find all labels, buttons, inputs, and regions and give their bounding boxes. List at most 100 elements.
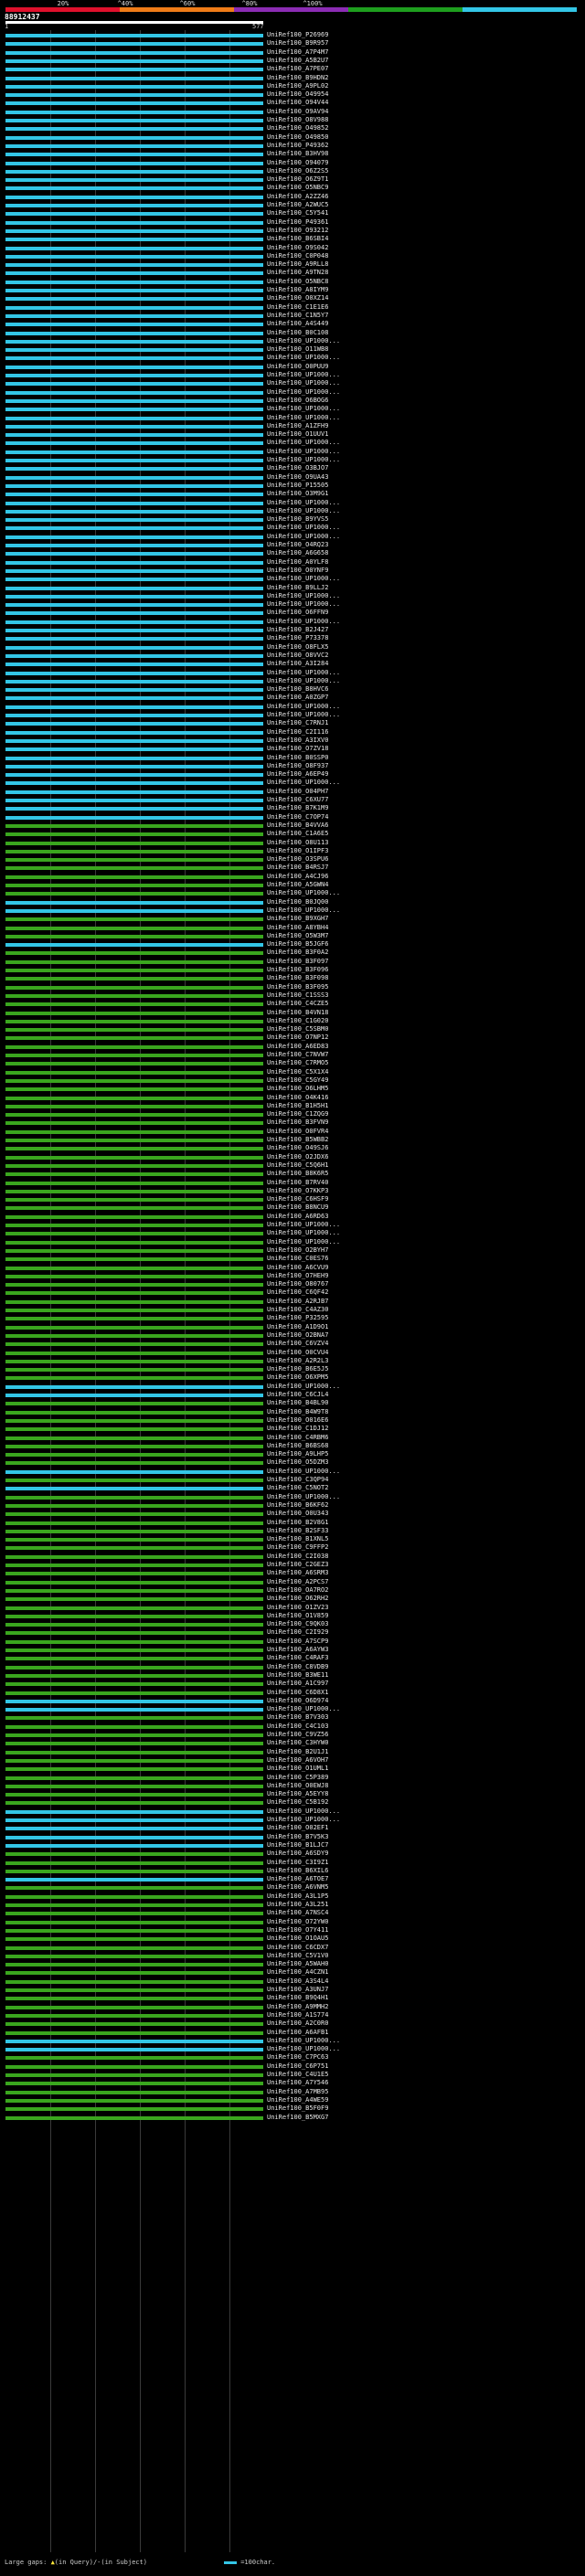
hit-row[interactable]: UniRef100_B7V303 — [0, 1713, 585, 1721]
hit-alignment-bar[interactable] — [5, 620, 263, 624]
hit-row[interactable]: UniRef100_B7V5K3 — [0, 1833, 585, 1840]
hit-id-link[interactable]: UniRef100_B9Q4H1 — [267, 1994, 328, 2002]
hit-id-link[interactable]: UniRef100_O0XZ14 — [267, 294, 328, 302]
hit-row[interactable]: UniRef100_O0U343 — [0, 1510, 585, 1517]
hit-id-link[interactable]: UniRef100_C4CZE5 — [267, 1000, 328, 1008]
hit-row[interactable]: UniRef100_C1N5Y7 — [0, 312, 585, 319]
hit-alignment-bar[interactable] — [5, 1479, 263, 1482]
hit-id-link[interactable]: UniRef100_C7OP74 — [267, 813, 328, 822]
hit-row[interactable]: UniRef100_A0YLF8 — [0, 558, 585, 566]
hit-id-link[interactable]: UniRef100_C4C103 — [267, 1723, 328, 1731]
hit-id-link[interactable]: UniRef100_UP1000... — [267, 677, 340, 685]
hit-id-link[interactable]: UniRef100_A4CJ96 — [267, 873, 328, 881]
hit-alignment-bar[interactable] — [5, 1785, 263, 1788]
hit-alignment-bar[interactable] — [5, 281, 263, 284]
hit-id-link[interactable]: UniRef100_A0ZGP7 — [267, 694, 328, 702]
hit-alignment-bar[interactable] — [5, 306, 263, 310]
hit-alignment-bar[interactable] — [5, 1793, 263, 1797]
hit-alignment-bar[interactable] — [5, 340, 263, 344]
hit-id-link[interactable]: UniRef100_O0CVU4 — [267, 1349, 328, 1357]
hit-id-link[interactable]: UniRef100_UP1000... — [267, 1816, 340, 1824]
hit-row[interactable]: UniRef100_A6VOH7 — [0, 1756, 585, 1764]
hit-id-link[interactable]: UniRef100_A5WAH0 — [267, 1960, 328, 1968]
hit-alignment-bar[interactable] — [5, 459, 263, 462]
hit-id-link[interactable]: UniRef100_C9QK03 — [267, 1620, 328, 1628]
hit-id-link[interactable]: UniRef100_B0SSP0 — [267, 754, 328, 762]
hit-alignment-bar[interactable] — [5, 1708, 263, 1712]
hit-row[interactable]: UniRef100_UP1000... — [0, 371, 585, 378]
hit-alignment-bar[interactable] — [5, 1275, 263, 1278]
hit-alignment-bar[interactable] — [5, 1087, 263, 1091]
hit-alignment-bar[interactable] — [5, 1861, 263, 1865]
hit-alignment-bar[interactable] — [5, 1028, 263, 1032]
hit-id-link[interactable]: UniRef100_A1S774 — [267, 2011, 328, 2019]
hit-id-link[interactable]: UniRef100_O94V44 — [267, 99, 328, 107]
hit-id-link[interactable]: UniRef100_O5NBC8 — [267, 278, 328, 286]
hit-id-link[interactable]: UniRef100_OA7RO2 — [267, 1586, 328, 1595]
hit-id-link[interactable]: UniRef100_O6D974 — [267, 1697, 328, 1705]
hit-id-link[interactable]: UniRef100_C6HSF9 — [267, 1195, 328, 1203]
hit-row[interactable]: UniRef100_O49954 — [0, 90, 585, 98]
hit-id-link[interactable]: UniRef100_A9RLL8 — [267, 260, 328, 269]
hit-row[interactable]: UniRef100_O0PUU9 — [0, 363, 585, 370]
hit-id-link[interactable]: UniRef100_C1A6E5 — [267, 830, 328, 838]
hit-id-link[interactable]: UniRef100_O8FLX5 — [267, 643, 328, 652]
hit-alignment-bar[interactable] — [5, 2048, 263, 2051]
hit-row[interactable]: UniRef100_B0C108 — [0, 329, 585, 336]
hit-id-link[interactable]: UniRef100_B9LLJ2 — [267, 584, 328, 592]
hit-row[interactable]: UniRef100_UP1000... — [0, 499, 585, 506]
hit-row[interactable]: UniRef100_O3M9G1 — [0, 490, 585, 497]
hit-id-link[interactable]: UniRef100_A2WUC5 — [267, 201, 328, 209]
hit-row[interactable]: UniRef100_B4W9T8 — [0, 1408, 585, 1415]
hit-row[interactable]: UniRef100_A6TOE7 — [0, 1875, 585, 1882]
hit-alignment-bar[interactable] — [5, 757, 263, 760]
hit-id-link[interactable]: UniRef100_UP1000... — [267, 1229, 340, 1237]
hit-id-link[interactable]: UniRef100_A4WE59 — [267, 2096, 328, 2104]
hit-alignment-bar[interactable] — [5, 1971, 263, 1975]
hit-alignment-bar[interactable] — [5, 850, 263, 853]
hit-row[interactable]: UniRef100_A4S449 — [0, 320, 585, 327]
hit-alignment-bar[interactable] — [5, 1309, 263, 1312]
hit-row[interactable]: UniRef100_UP1000... — [0, 2045, 585, 2052]
hit-id-link[interactable]: UniRef100_B2U1J1 — [267, 1748, 328, 1756]
hit-id-link[interactable]: UniRef100_O9AV94 — [267, 108, 328, 116]
hit-alignment-bar[interactable] — [5, 2107, 263, 2111]
hit-id-link[interactable]: UniRef100_C4RAF3 — [267, 1654, 328, 1662]
hit-row[interactable]: UniRef100_A6CVU9 — [0, 1264, 585, 1271]
hit-alignment-bar[interactable] — [5, 1215, 263, 1219]
hit-id-link[interactable]: UniRef100_A7P4M7 — [267, 48, 328, 57]
hit-alignment-bar[interactable] — [5, 1427, 263, 1431]
hit-alignment-bar[interactable] — [5, 1836, 263, 1839]
hit-row[interactable]: UniRef100_A8YBH4 — [0, 924, 585, 931]
hit-alignment-bar[interactable] — [5, 2073, 263, 2077]
hit-alignment-bar[interactable] — [5, 705, 263, 709]
hit-alignment-bar[interactable] — [5, 722, 263, 726]
hit-alignment-bar[interactable] — [5, 943, 263, 947]
hit-row[interactable]: UniRef100_C7NVW7 — [0, 1051, 585, 1058]
hit-row[interactable]: UniRef100_A0ZGP7 — [0, 694, 585, 702]
hit-alignment-bar[interactable] — [5, 476, 263, 480]
hit-id-link[interactable]: UniRef100_O11WB8 — [267, 345, 328, 354]
hit-alignment-bar[interactable] — [5, 1012, 263, 1015]
hit-id-link[interactable]: UniRef100_O5W3M7 — [267, 932, 328, 940]
hit-id-link[interactable]: UniRef100_UP1000... — [267, 1238, 340, 1246]
hit-alignment-bar[interactable] — [5, 51, 263, 55]
hit-row[interactable]: UniRef100_A2WUC5 — [0, 201, 585, 209]
hit-row[interactable]: UniRef100_UP1000... — [0, 618, 585, 625]
hit-row[interactable]: UniRef100_B9R957 — [0, 39, 585, 47]
hit-row[interactable]: UniRef100_A1ZFH9 — [0, 422, 585, 429]
hit-row[interactable]: UniRef100_B5MXG7 — [0, 2114, 585, 2121]
hit-alignment-bar[interactable] — [5, 875, 263, 879]
hit-id-link[interactable]: UniRef100_B4VN18 — [267, 1009, 328, 1017]
hit-row[interactable]: UniRef100_O7NP12 — [0, 1034, 585, 1041]
hit-alignment-bar[interactable] — [5, 1334, 263, 1338]
hit-row[interactable]: UniRef100_UP1000... — [0, 592, 585, 599]
hit-id-link[interactable]: UniRef100_B2SF33 — [267, 1527, 328, 1535]
hit-id-link[interactable]: UniRef100_C6CDX7 — [267, 1944, 328, 1952]
hit-alignment-bar[interactable] — [5, 119, 263, 122]
hit-row[interactable]: UniRef100_C7OP74 — [0, 813, 585, 822]
hit-alignment-bar[interactable] — [5, 552, 263, 556]
hit-alignment-bar[interactable] — [5, 917, 263, 921]
hit-row[interactable]: UniRef100_UP1000... — [0, 906, 585, 914]
hit-alignment-bar[interactable] — [5, 1725, 263, 1729]
